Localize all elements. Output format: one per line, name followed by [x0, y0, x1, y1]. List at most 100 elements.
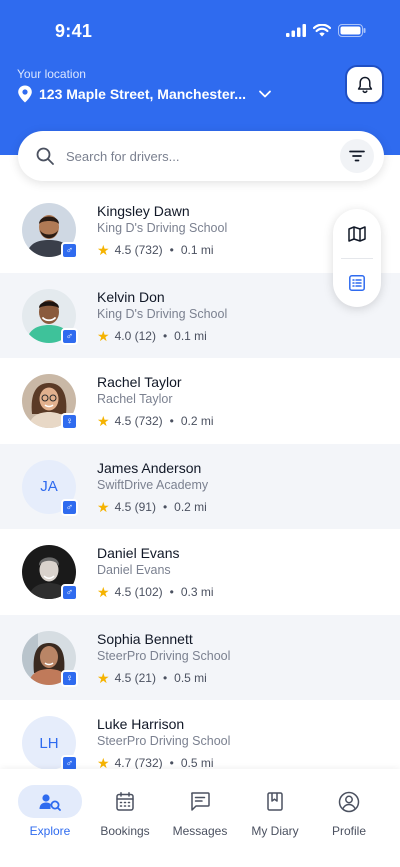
- driver-name: Daniel Evans: [97, 545, 180, 561]
- status-bar: 9:41: [0, 0, 400, 60]
- separator-dot: •: [169, 414, 174, 428]
- location-selector[interactable]: 123 Maple Street, Manchester...: [17, 85, 272, 103]
- star-icon: ★: [97, 755, 110, 771]
- distance: 0.2 mi: [174, 499, 207, 514]
- status-icons: [286, 24, 366, 37]
- driver-meta: ★ 4.7 (732) • 0.5 mi: [97, 756, 214, 770]
- avatar: ♀: [22, 630, 78, 687]
- status-time: 9:41: [55, 21, 93, 41]
- map-icon: [348, 225, 366, 242]
- separator-dot: •: [162, 328, 168, 343]
- wifi-icon: [313, 24, 331, 37]
- diary-icon: [267, 792, 283, 811]
- filter-icon: [349, 150, 365, 162]
- battery-icon: [338, 24, 366, 37]
- diary-icon-wrap: [243, 785, 307, 818]
- gender-badge: ♀: [61, 413, 78, 430]
- driver-meta: ★ 4.0 (12) • 0.1 mi: [97, 329, 207, 343]
- search-input[interactable]: [66, 145, 326, 167]
- rating: 4.5: [114, 414, 132, 428]
- avatar: ♂: [22, 545, 78, 601]
- avatar: LH ♂: [22, 716, 78, 772]
- review-count: (12): [134, 328, 156, 343]
- driver-row[interactable]: ♀ Rachel Taylor Rachel Taylor ★ 4.5 (732…: [0, 358, 400, 444]
- list-view-button[interactable]: [333, 258, 381, 307]
- driver-school: Daniel Evans: [97, 563, 171, 577]
- profile-icon: [338, 791, 360, 812]
- gender-badge: ♀: [61, 669, 78, 687]
- location-label: Your location: [17, 67, 86, 81]
- review-count: (732): [134, 243, 163, 257]
- distance: 0.1 mi: [174, 328, 207, 343]
- distance: 0.2 mi: [180, 414, 214, 428]
- gender-badge: ♂: [61, 584, 78, 601]
- star-icon: ★: [97, 584, 110, 600]
- star-icon: ★: [97, 498, 110, 515]
- tab-label: Bookings: [100, 824, 150, 838]
- distance: 0.1 mi: [180, 243, 214, 257]
- driver-school: SteerPro Driving School: [97, 648, 231, 663]
- avatar: ♂: [22, 203, 78, 259]
- distance: 0.5 mi: [180, 756, 214, 770]
- separator-dot: •: [169, 243, 174, 257]
- driver-school: SteerPro Driving School: [97, 734, 231, 748]
- driver-school: SwiftDrive Academy: [97, 477, 209, 492]
- profile-icon-wrap: [317, 785, 381, 818]
- rating: 4.7: [114, 756, 132, 770]
- star-icon: ★: [97, 242, 110, 258]
- tab-label: Messages: [172, 824, 228, 838]
- search-icon: [36, 147, 54, 165]
- review-count: (732): [134, 756, 163, 770]
- tab-my-diary[interactable]: My Diary: [235, 785, 315, 845]
- review-count: (102): [134, 585, 163, 599]
- driver-meta: ★ 4.5 (732) • 0.2 mi: [97, 414, 214, 428]
- driver-row[interactable]: ♀ Sophia Bennett SteerPro Driving School…: [0, 614, 400, 700]
- gender-badge: ♂: [61, 327, 78, 345]
- rating: 4.0: [114, 328, 132, 343]
- review-count: (91): [134, 499, 156, 514]
- driver-school: King D's Driving School: [97, 306, 228, 321]
- driver-name: Sophia Bennett: [97, 630, 193, 647]
- separator-dot: •: [162, 670, 168, 685]
- notifications-button[interactable]: [345, 65, 384, 104]
- avatar: ♀: [22, 374, 78, 430]
- search-bar: [18, 131, 384, 181]
- driver-name: Rachel Taylor: [97, 374, 182, 390]
- review-count: (732): [134, 414, 163, 428]
- view-toggle: [333, 209, 381, 307]
- filter-button[interactable]: [340, 139, 374, 173]
- signal-icon: [286, 24, 306, 37]
- avatar: JA ♂: [22, 459, 78, 516]
- location-address: 123 Maple Street, Manchester...: [39, 86, 246, 102]
- tab-label: Explore: [29, 824, 71, 838]
- rating: 4.5: [114, 670, 132, 685]
- driver-school: Rachel Taylor: [97, 392, 173, 406]
- driver-name: Kingsley Dawn: [97, 203, 190, 219]
- bottom-tab-bar: Explore Bookings Messages My Diary Profi…: [0, 769, 400, 867]
- rating: 4.5: [114, 243, 132, 257]
- driver-row[interactable]: JA ♂ James Anderson SwiftDrive Academy ★…: [0, 443, 400, 529]
- explore-icon-wrap: [18, 785, 82, 818]
- location-pin-icon: [18, 85, 32, 103]
- rating: 4.5: [114, 585, 132, 599]
- driver-row[interactable]: ♂ Daniel Evans Daniel Evans ★ 4.5 (102) …: [0, 529, 400, 615]
- separator-dot: •: [169, 756, 174, 770]
- driver-meta: ★ 4.5 (102) • 0.3 mi: [97, 585, 214, 599]
- tab-label: Profile: [331, 824, 366, 838]
- separator-dot: •: [169, 585, 174, 599]
- bookings-icon-wrap: [93, 785, 157, 818]
- tab-bookings[interactable]: Bookings: [85, 785, 165, 845]
- distance: 0.5 mi: [174, 670, 207, 685]
- review-count: (21): [134, 670, 156, 685]
- tab-profile[interactable]: Profile: [309, 785, 389, 845]
- driver-meta: ★ 4.5 (91) • 0.2 mi: [97, 500, 207, 514]
- tab-messages[interactable]: Messages: [160, 785, 240, 845]
- distance: 0.3 mi: [180, 585, 214, 599]
- driver-meta: ★ 4.5 (21) • 0.5 mi: [97, 671, 207, 685]
- driver-name: Luke Harrison: [97, 716, 185, 732]
- bell-icon: [357, 76, 372, 93]
- map-view-button[interactable]: [333, 209, 381, 258]
- star-icon: ★: [97, 669, 110, 686]
- tab-explore[interactable]: Explore: [10, 785, 90, 845]
- list-icon: [349, 274, 365, 291]
